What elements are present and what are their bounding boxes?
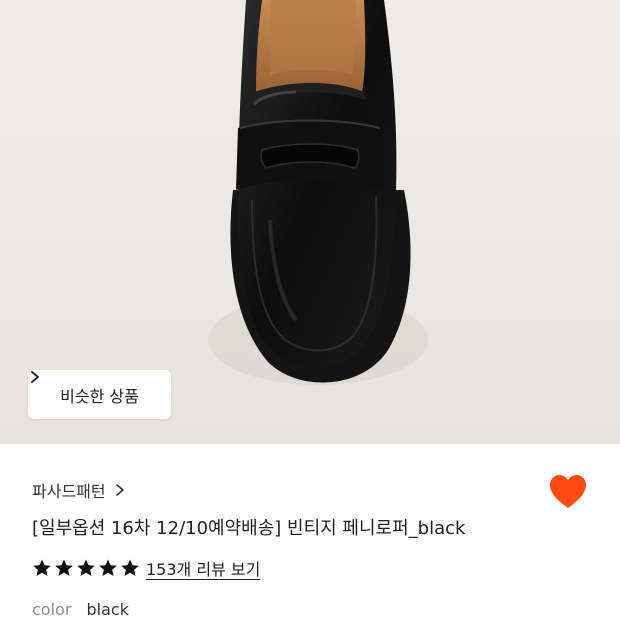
chevron-right-icon: [31, 371, 39, 383]
brand-name: 파사드패턴: [32, 482, 106, 501]
star-icon: [99, 559, 117, 576]
chevron-right-icon: [115, 484, 124, 496]
product-title: [일부옵션 16차 12/10예약배송] 빈티지 페니로퍼_black: [32, 518, 466, 539]
color-label: color: [32, 600, 72, 619]
star-icon: [55, 559, 73, 576]
similar-products-button[interactable]: 비슷한 상품: [28, 370, 171, 419]
star-icon: [33, 559, 51, 576]
color-value: black: [86, 600, 129, 619]
similar-products-label: 비슷한 상품: [60, 386, 139, 406]
star-icon: [77, 559, 95, 576]
star-icon: [121, 559, 139, 576]
rating-row: 153개 리뷰 보기: [32, 556, 260, 580]
color-option: color black: [32, 600, 129, 619]
product-image[interactable]: 비슷한 상품: [0, 0, 620, 444]
brand-link[interactable]: 파사드패턴: [32, 478, 126, 502]
review-link[interactable]: 153개 리뷰 보기: [146, 556, 260, 580]
rating-stars: [32, 558, 140, 578]
heart-icon[interactable]: [549, 474, 587, 510]
